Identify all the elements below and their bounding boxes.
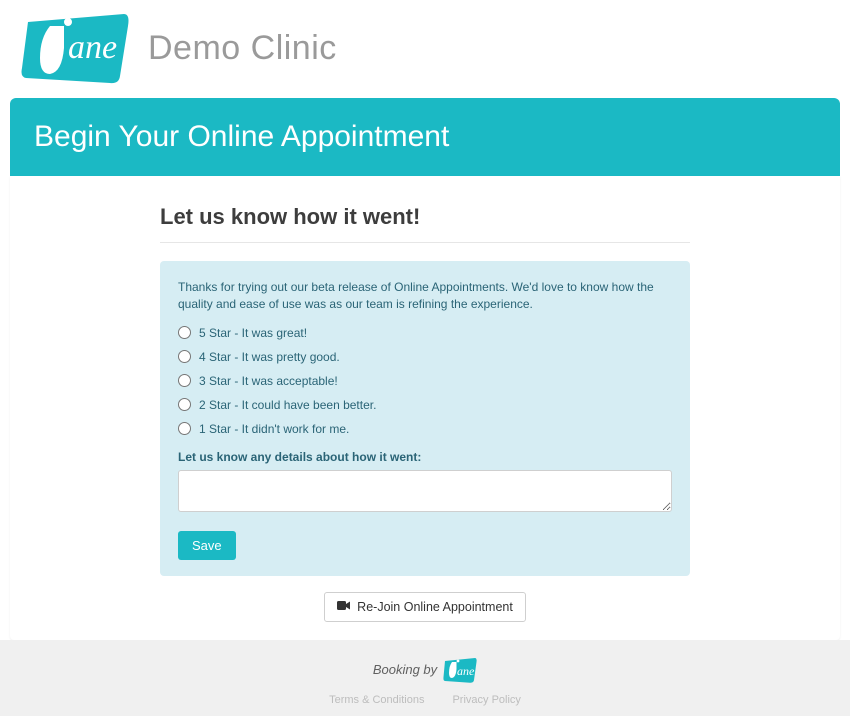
rating-option-3[interactable]: 3 Star - It was acceptable! bbox=[178, 374, 672, 388]
rating-label-3: 3 Star - It was acceptable! bbox=[199, 374, 338, 388]
header: ane Demo Clinic bbox=[0, 0, 850, 98]
booking-by-text: Booking by bbox=[373, 662, 437, 677]
terms-link[interactable]: Terms & Conditions bbox=[329, 694, 424, 706]
banner-title: Begin Your Online Appointment bbox=[34, 120, 449, 153]
rating-label-5: 5 Star - It was great! bbox=[199, 326, 307, 340]
content-area: Let us know how it went! Thanks for tryi… bbox=[10, 176, 840, 640]
rating-label-2: 2 Star - It could have been better. bbox=[199, 398, 376, 412]
rating-radio-5[interactable] bbox=[178, 326, 191, 339]
feedback-panel: Thanks for trying out our beta release o… bbox=[160, 261, 690, 576]
page-banner: Begin Your Online Appointment bbox=[10, 98, 840, 176]
save-button[interactable]: Save bbox=[178, 531, 236, 560]
svg-text:ane: ane bbox=[68, 29, 117, 66]
booking-by: Booking by ane bbox=[373, 656, 477, 684]
footer-links: Terms & Conditions Privacy Policy bbox=[0, 694, 850, 706]
rating-radio-2[interactable] bbox=[178, 398, 191, 411]
privacy-link[interactable]: Privacy Policy bbox=[452, 694, 520, 706]
rating-radio-1[interactable] bbox=[178, 422, 191, 435]
details-textarea[interactable] bbox=[178, 470, 672, 512]
rating-option-2[interactable]: 2 Star - It could have been better. bbox=[178, 398, 672, 412]
rating-option-1[interactable]: 1 Star - It didn't work for me. bbox=[178, 422, 672, 436]
details-label: Let us know any details about how it wen… bbox=[178, 450, 672, 464]
svg-text:ane: ane bbox=[457, 664, 475, 678]
feedback-intro: Thanks for trying out our beta release o… bbox=[178, 279, 672, 314]
rejoin-button[interactable]: Re-Join Online Appointment bbox=[324, 592, 526, 622]
video-camera-icon bbox=[337, 600, 351, 614]
rating-radio-4[interactable] bbox=[178, 350, 191, 363]
footer: Booking by ane Terms & Conditions Privac… bbox=[0, 640, 850, 716]
clinic-name: Demo Clinic bbox=[148, 29, 337, 68]
section-title: Let us know how it went! bbox=[160, 204, 690, 243]
rejoin-label: Re-Join Online Appointment bbox=[357, 600, 513, 614]
rating-label-4: 4 Star - It was pretty good. bbox=[199, 350, 340, 364]
jane-logo-small: ane bbox=[443, 656, 477, 684]
rating-option-4[interactable]: 4 Star - It was pretty good. bbox=[178, 350, 672, 364]
rating-label-1: 1 Star - It didn't work for me. bbox=[199, 422, 349, 436]
jane-logo: ane bbox=[20, 8, 130, 88]
rating-option-5[interactable]: 5 Star - It was great! bbox=[178, 326, 672, 340]
rating-radio-3[interactable] bbox=[178, 374, 191, 387]
